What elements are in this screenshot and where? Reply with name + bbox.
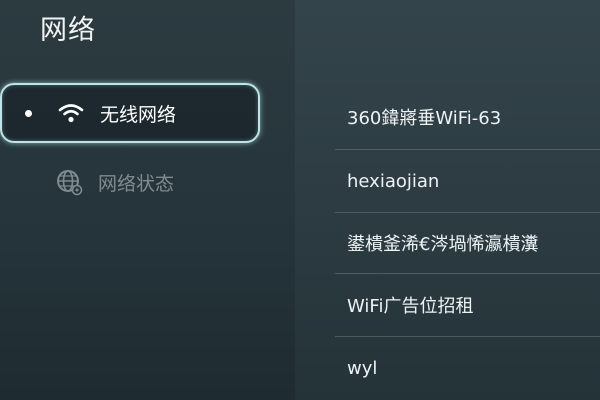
network-name: 360鍏嶈垂WiFi-63 [347, 108, 502, 129]
network-name: wyl [347, 357, 378, 379]
network-list-item[interactable]: 鍙樻釜浠€涔堝悕瀛樻瀵 [295, 212, 600, 274]
menu-item-network-status[interactable]: 网络状态 [0, 152, 260, 212]
network-list-item[interactable]: 360鍏嶈垂WiFi-63 [295, 86, 600, 148]
wifi-icon [56, 98, 86, 128]
network-list-item[interactable]: hexiaojian [295, 150, 600, 212]
menu-item-label: 网络状态 [98, 172, 175, 195]
selected-bullet-icon [25, 109, 32, 117]
network-name: WiFi广告位招租 [347, 296, 474, 317]
network-name: 鍙樻釜浠€涔堝悕瀛樻瀵 [347, 234, 539, 255]
menu-item-wireless-network[interactable]: 无线网络 [0, 83, 260, 143]
network-list-item[interactable]: wyl [295, 337, 600, 399]
menu-item-label: 无线网络 [100, 103, 177, 126]
network-list-item[interactable]: WiFi广告位招租 [295, 274, 600, 336]
network-settings-screen: 网络 无线网络 网络状态 360鍏嶈垂WiFi-63 hexiaojian 鍙樻… [0, 0, 600, 400]
page-title: 网络 [40, 15, 96, 46]
globe-icon [54, 167, 84, 197]
network-name: hexiaojian [347, 170, 440, 192]
